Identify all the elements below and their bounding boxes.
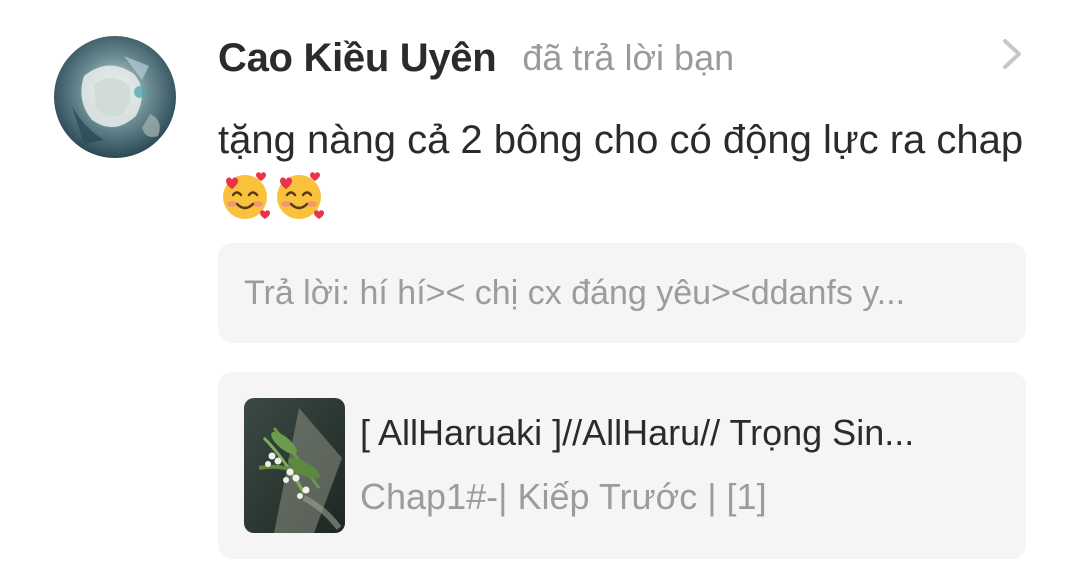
story-chapter: Chap1#-| Kiếp Trước | [1] xyxy=(360,476,767,517)
notification-header: Cao Kiều Uyên đã trả lời bạn xyxy=(218,30,734,86)
smiling-face-with-hearts-icon xyxy=(272,169,326,223)
reply-preview-text: Trả lời: hí hí>< chị cx đáng yêu><ddanfs… xyxy=(244,273,906,312)
comment-body: tặng nàng cả 2 bông cho có động lực ra c… xyxy=(218,112,1038,227)
reply-preview-box[interactable]: Trả lời: hí hí>< chị cx đáng yêu><ddanfs… xyxy=(218,243,1026,343)
notification-action: đã trả lời bạn xyxy=(522,37,735,78)
story-cover-image xyxy=(244,398,345,533)
avatar-image xyxy=(54,36,176,158)
chevron-right-icon[interactable] xyxy=(1000,38,1024,70)
story-title: [ AllHaruaki ]//AllHaru// Trọng Sin... xyxy=(360,412,915,453)
username[interactable]: Cao Kiều Uyên xyxy=(218,36,497,81)
smiling-face-with-hearts-icon xyxy=(218,169,272,223)
comment-text: tặng nàng cả 2 bông cho có động lực ra c… xyxy=(218,118,1024,162)
story-card[interactable]: [ AllHaruaki ]//AllHaru// Trọng Sin... C… xyxy=(218,372,1026,559)
user-avatar[interactable] xyxy=(54,36,176,158)
